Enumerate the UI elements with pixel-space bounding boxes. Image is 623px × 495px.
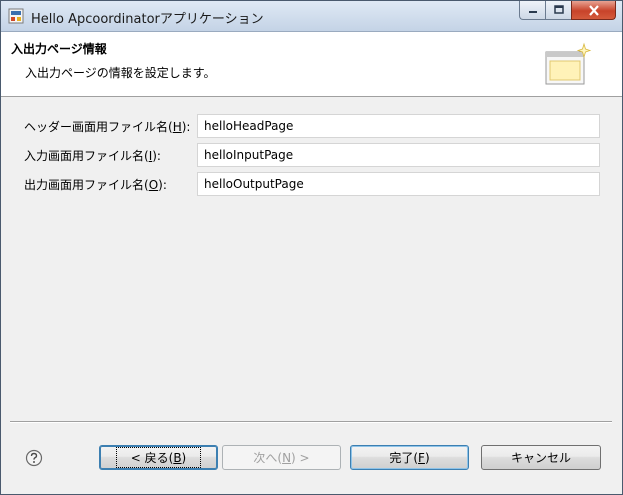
title-bar[interactable]: Hello Apcoordinatorアプリケーション xyxy=(1,1,622,32)
input-file-label: 入力画面用ファイル名(I): xyxy=(24,149,161,163)
field-row-output: 出力画面用ファイル名(O): xyxy=(1,172,622,196)
maximize-button[interactable] xyxy=(545,1,571,20)
caption-buttons xyxy=(519,1,616,20)
minimize-icon xyxy=(528,11,537,13)
close-button[interactable] xyxy=(571,1,616,20)
output-file-label: 出力画面用ファイル名(O): xyxy=(24,178,167,192)
next-button[interactable]: 次へ(N) > xyxy=(222,445,341,470)
help-icon[interactable] xyxy=(25,449,43,467)
window-title: Hello Apcoordinatorアプリケーション xyxy=(31,12,264,27)
header-file-label: ヘッダー画面用ファイル名(H): xyxy=(24,120,191,134)
java-app-icon xyxy=(8,8,24,24)
header-file-input[interactable] xyxy=(197,114,600,138)
cancel-button[interactable]: キャンセル xyxy=(481,445,601,470)
minimize-button[interactable] xyxy=(519,1,545,20)
finish-button[interactable]: 完了(F) xyxy=(350,445,469,470)
field-row-header: ヘッダー画面用ファイル名(H): xyxy=(1,114,622,138)
wizard-header: 入出力ページ情報 入出力ページの情報を設定します。 xyxy=(1,32,622,97)
maximize-icon xyxy=(553,5,564,14)
close-icon xyxy=(588,4,599,16)
output-file-input[interactable] xyxy=(197,172,600,196)
back-button-label: < 戻る(B) xyxy=(115,447,202,468)
field-row-input: 入力画面用ファイル名(I): xyxy=(1,143,622,167)
page-description: 入出力ページの情報を設定します。 xyxy=(25,66,216,80)
input-file-input[interactable] xyxy=(197,143,600,167)
wizard-banner-icon xyxy=(545,42,592,85)
back-button[interactable]: < 戻る(B) xyxy=(99,445,218,470)
button-bar-divider xyxy=(10,421,612,423)
finish-button-label: 完了(F) xyxy=(389,451,430,465)
next-button-label: 次へ(N) > xyxy=(253,451,310,465)
page-title: 入出力ページ情報 xyxy=(11,42,107,56)
wizard-window: Hello Apcoordinatorアプリケーション 入出力ページ情報 入出力… xyxy=(0,0,623,495)
